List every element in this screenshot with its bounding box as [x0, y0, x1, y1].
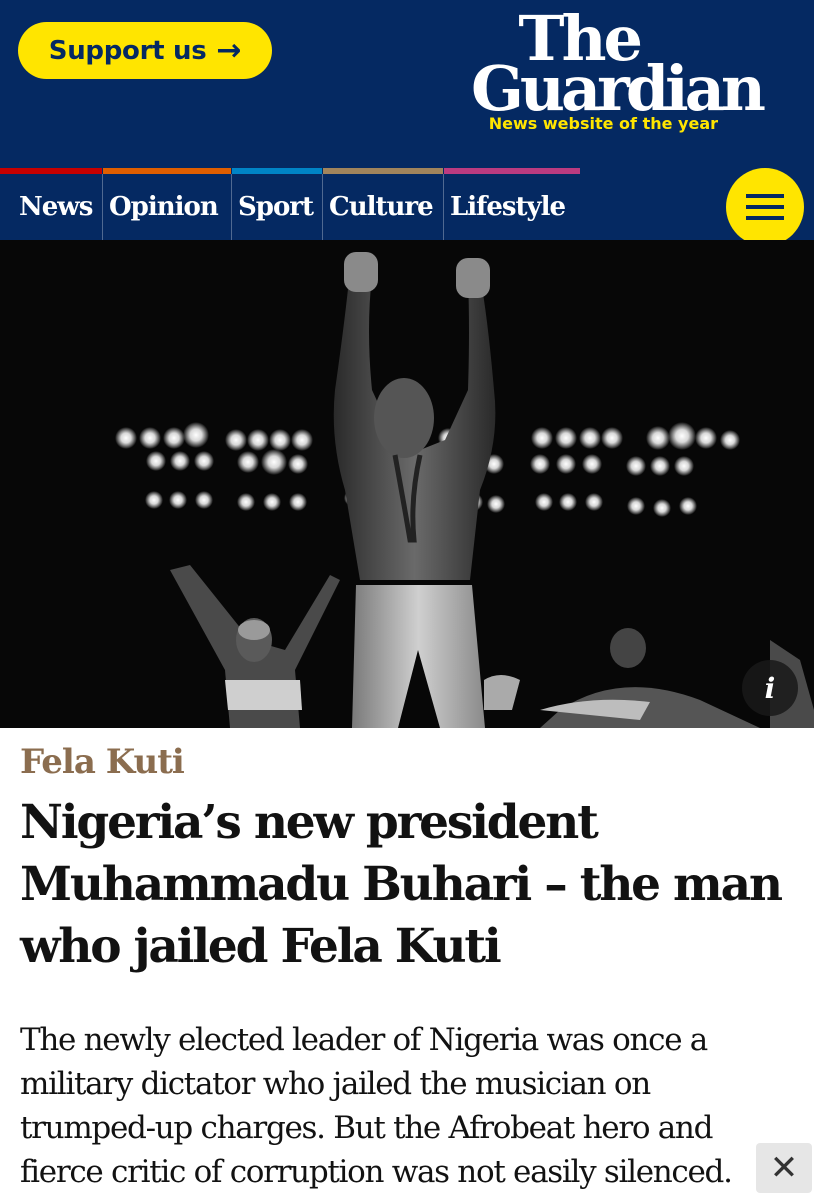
article-kicker[interactable]: Fela Kuti	[20, 742, 185, 782]
close-button[interactable]: ✕	[756, 1143, 812, 1193]
close-icon: ✕	[769, 1148, 799, 1188]
logo-guardian: Guardian	[470, 52, 766, 125]
hero-image[interactable]: i	[0, 240, 814, 728]
info-icon: i	[764, 671, 776, 705]
headline-line: who jailed Fela Kuti	[20, 919, 502, 974]
nav-item-opinion[interactable]: Opinion	[103, 168, 231, 240]
main-nav: News Opinion Sport Culture Lifestyle	[0, 168, 814, 246]
standfirst-line: military dictator who jailed the musicia…	[20, 1066, 651, 1102]
headline-line: Muhammadu Buhari – the man	[20, 857, 783, 912]
standfirst-line: trumped-up charges. But the Afrobeat her…	[20, 1110, 713, 1146]
arrow-right-icon: →	[216, 32, 242, 68]
article-headline: Nigeria’s new president Muhammadu Buhari…	[20, 792, 800, 978]
nav-item-label: Lifestyle	[450, 192, 566, 222]
headline-line: Nigeria’s new president	[20, 795, 599, 850]
masthead: Support us → The Guardian News website o…	[0, 0, 814, 168]
nav-item-label: Culture	[329, 192, 434, 222]
nav-item-label: Opinion	[109, 192, 219, 222]
nav-item-label: Sport	[238, 192, 314, 222]
menu-button[interactable]	[726, 168, 804, 246]
support-us-button[interactable]: Support us →	[18, 22, 272, 79]
nav-item-lifestyle[interactable]: Lifestyle	[444, 168, 580, 240]
support-us-label: Support us	[48, 35, 207, 66]
logo-tagline: News website of the year	[488, 114, 718, 133]
standfirst-line: fierce critic of corruption was not easi…	[20, 1154, 733, 1190]
nav-item-culture[interactable]: Culture	[323, 168, 443, 240]
standfirst-line: The newly elected leader of Nigeria was …	[20, 1022, 708, 1058]
nav-item-news[interactable]: News	[0, 168, 102, 240]
nav-item-sport[interactable]: Sport	[232, 168, 322, 240]
info-button[interactable]: i	[742, 660, 798, 716]
nav-item-label: News	[19, 192, 93, 222]
article-standfirst: The newly elected leader of Nigeria was …	[20, 1018, 760, 1194]
hero-photo	[0, 240, 814, 728]
